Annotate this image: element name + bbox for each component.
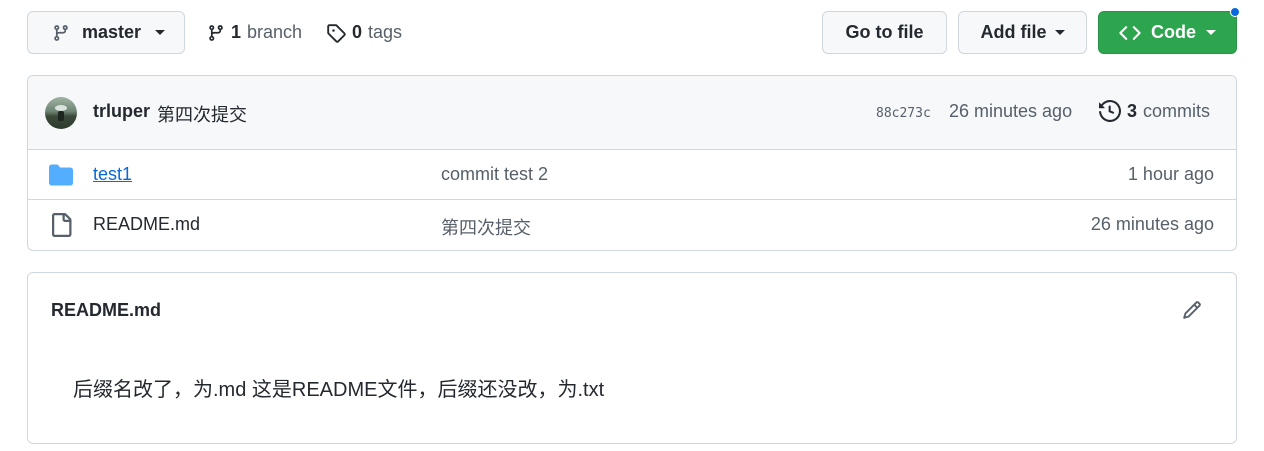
tag-word: tags xyxy=(368,22,403,42)
file-name[interactable]: test1 xyxy=(93,164,132,185)
go-to-file-label: Go to file xyxy=(845,22,924,42)
branch-name: master xyxy=(82,22,142,42)
history-icon xyxy=(1099,100,1121,122)
notification-dot xyxy=(1230,7,1240,17)
commits-link[interactable]: 3 commits xyxy=(1099,100,1210,122)
commit-sha[interactable]: 88c273c xyxy=(876,106,931,121)
tag-icon xyxy=(327,23,346,43)
latest-commit-bar: trluper 第四次提交 88c273c 26 minutes ago 3 c… xyxy=(28,76,1236,150)
file-age: 1 hour ago xyxy=(1127,164,1214,184)
go-to-file-button[interactable]: Go to file xyxy=(822,11,947,54)
caret-down-icon xyxy=(155,30,166,35)
file-browser: trluper 第四次提交 88c273c 26 minutes ago 3 c… xyxy=(27,75,1237,251)
file-age: 26 minutes ago xyxy=(1090,214,1214,234)
add-file-label: Add file xyxy=(980,22,1047,42)
commit-author[interactable]: trluper xyxy=(93,101,150,122)
tags-link[interactable]: 0 tags xyxy=(326,11,402,54)
code-label: Code xyxy=(1151,22,1196,42)
tag-count: 0 xyxy=(352,22,363,42)
readme-panel: README.md 后缀名改了，为.md 这是README文件，后缀还没改，为.… xyxy=(27,272,1237,444)
file-name[interactable]: README.md xyxy=(93,214,200,235)
file-commit-message[interactable]: 第四次提交 xyxy=(441,214,531,240)
commit-word: commits xyxy=(1143,100,1211,121)
commit-time: 26 minutes ago xyxy=(949,101,1073,121)
caret-down-icon xyxy=(1054,30,1065,35)
code-icon xyxy=(1119,25,1141,40)
readme-content: 后缀名改了，为.md 这是README文件，后缀还没改，为.txt xyxy=(73,379,605,401)
git-branch-icon xyxy=(209,24,223,41)
branch-word: branch xyxy=(247,22,303,42)
file-row: test1 commit test 2 1 hour ago xyxy=(28,150,1236,200)
file-commit-message[interactable]: commit test 2 xyxy=(441,164,548,185)
branches-link[interactable]: 1 branch xyxy=(207,11,302,54)
readme-title[interactable]: README.md xyxy=(51,300,161,321)
commit-count: 3 xyxy=(1127,100,1138,121)
avatar[interactable] xyxy=(45,97,77,129)
file-icon xyxy=(52,213,72,237)
caret-down-icon xyxy=(1206,30,1216,35)
add-file-button[interactable]: Add file xyxy=(958,11,1087,54)
branch-select-button[interactable]: master xyxy=(27,11,185,54)
git-branch-icon xyxy=(54,24,68,41)
pencil-icon[interactable] xyxy=(1182,300,1202,320)
code-button[interactable]: Code xyxy=(1098,11,1237,54)
folder-icon xyxy=(49,164,73,186)
repo-toolbar: master 1 branch 0 tags Go to file Add fi… xyxy=(27,7,1240,54)
file-row: README.md 第四次提交 26 minutes ago xyxy=(28,200,1236,250)
commit-message[interactable]: 第四次提交 xyxy=(157,101,247,127)
branch-count: 1 xyxy=(231,22,242,42)
